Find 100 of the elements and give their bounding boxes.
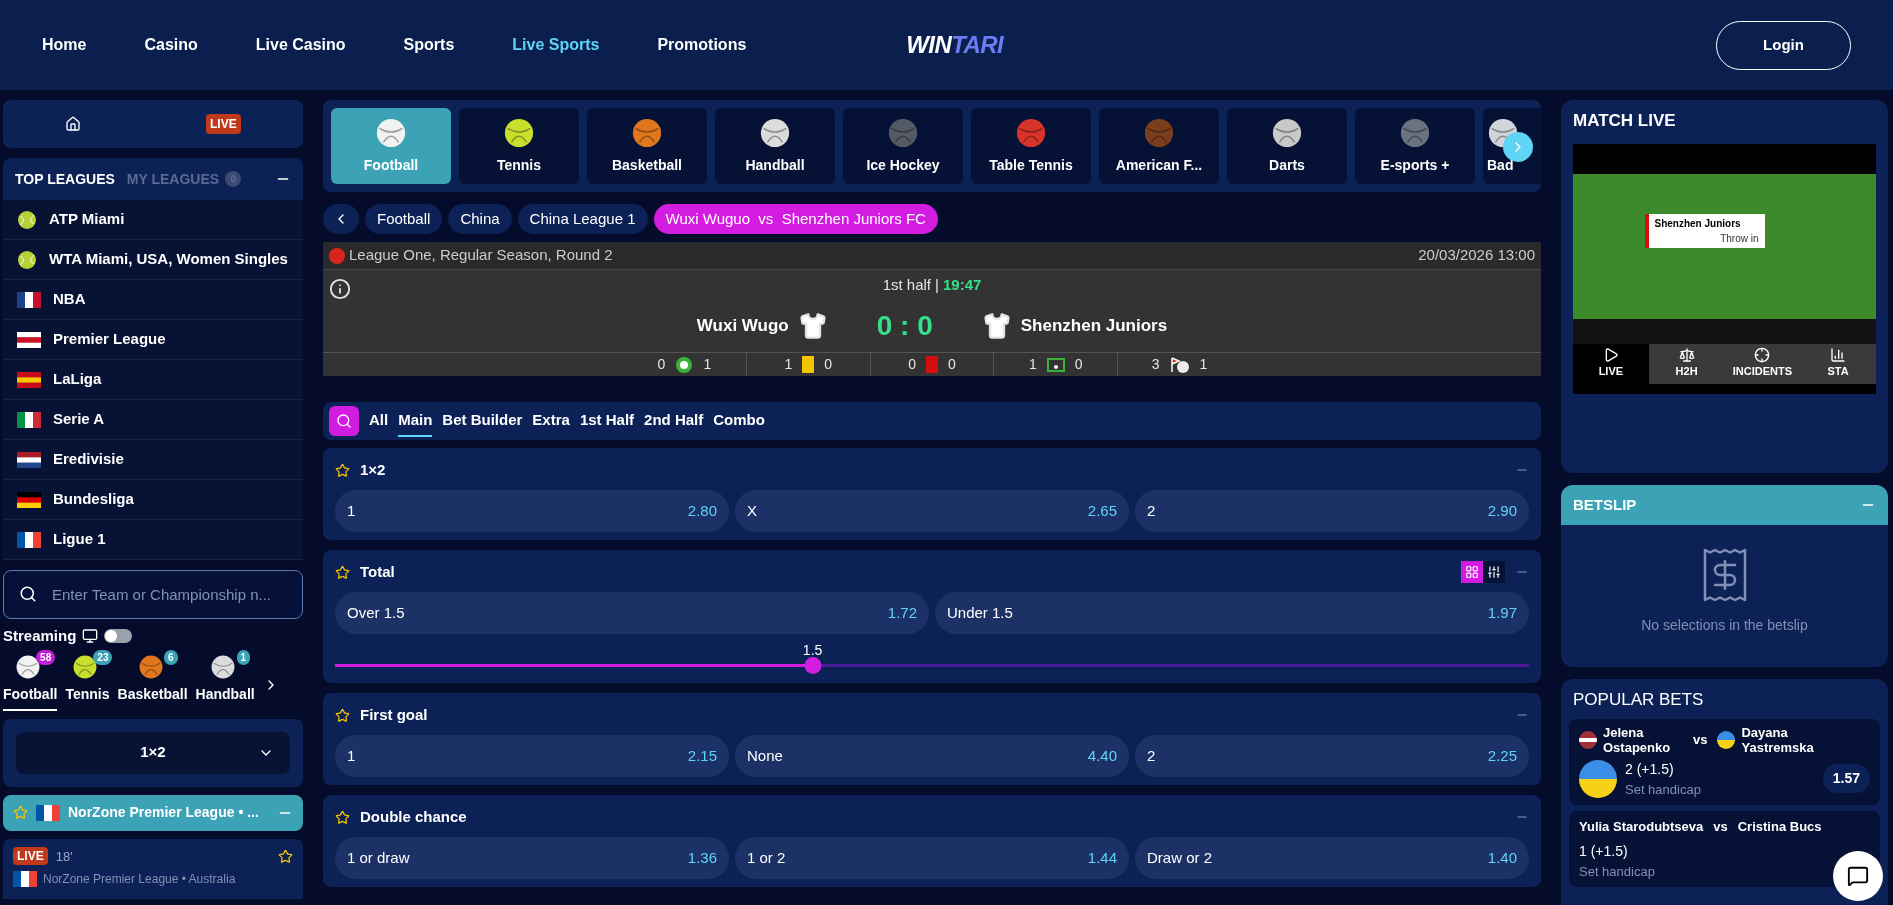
popular-bet-card[interactable]: Yulia Starodubtseva vs Cristina Bucs 1 (+1.5) Set handicap [1569,811,1880,887]
player-name: Yulia Starodubtseva [1579,818,1704,836]
china-flag-icon [329,247,345,264]
league-tab[interactable]: TOP LEAGUES [15,168,115,190]
league-item[interactable]: Premier League [3,320,303,360]
flag-icon [17,411,41,428]
stat-value: 0 [948,355,956,374]
tracker-tab[interactable]: LIVE [1573,343,1649,384]
odds-button[interactable]: 1 2.80 [335,490,729,532]
league-item[interactable]: NBA [3,280,303,320]
market-tab[interactable]: Combo [713,404,765,438]
odds-button[interactable]: 1 or 2 1.44 [735,837,1129,879]
back-button[interactable] [323,204,359,234]
odds-button[interactable]: 2 2.25 [1135,735,1529,777]
popular-bet-card[interactable]: Jelena Ostapenko vs Dayana Yastremska 2 (+1.5) Set handicap 1.57 [1569,718,1880,805]
search-button[interactable] [329,406,359,436]
sport-tile[interactable]: Darts [1227,108,1347,184]
sport-tile[interactable]: Table Tennis [971,108,1091,184]
star-icon[interactable] [335,462,350,478]
sport-tab[interactable]: 58 Football [3,653,58,711]
odds-button[interactable]: None 4.40 [735,735,1129,777]
flag-icon [1579,730,1597,749]
breadcrumb[interactable]: China League 1 [517,204,648,234]
empty-betslip-text: No selections in the betslip [1641,616,1808,635]
search-icon [336,413,352,429]
sport-tile[interactable]: Ice Hockey [843,108,963,184]
breadcrumb[interactable]: Football [365,204,443,234]
star-icon[interactable] [335,564,350,580]
league-item[interactable]: LaLiga [3,360,303,400]
slider-view-icon[interactable] [1483,561,1505,583]
market-tab[interactable]: 2nd Half [644,404,704,438]
sport-tile[interactable]: American F... [1099,108,1219,184]
league-item[interactable]: Eredivisie [3,440,303,480]
info-icon[interactable] [329,278,351,300]
odds-button[interactable]: 1 or draw 1.36 [335,837,729,879]
bet-market: Set handicap [1625,780,1701,799]
market-title: Total [360,561,395,582]
market-select[interactable]: 1×2 [16,731,290,774]
league-item[interactable]: ATP Miami [3,200,303,240]
stat-value: 0 [1074,355,1083,374]
nav-link[interactable]: Casino [144,33,198,57]
sport-ball-icon [72,653,99,680]
league-item[interactable]: WTA Miami, USA, Women Singles [3,240,303,280]
live-match-card[interactable]: LIVE 18' NorZone Premier League • Australia [3,838,303,899]
star-icon[interactable] [335,809,350,825]
sport-tile[interactable]: E-sports + [1355,108,1475,184]
sport-ball-icon [887,116,919,149]
current-match-chip[interactable]: Wuxi Wuguo vs Shenzhen Juniors FC [653,204,938,234]
sport-tile[interactable]: Tennis [459,108,579,184]
sport-tile[interactable]: Basketball [587,108,707,184]
market-tab[interactable]: Bet Builder [442,404,523,438]
odds-button[interactable]: 2 2.90 [1135,490,1529,532]
streaming-toggle[interactable] [104,629,133,644]
versus-label: vs [1713,818,1728,836]
home-icon[interactable] [65,116,82,132]
nav-link[interactable]: Live Casino [255,33,346,57]
market-tab[interactable]: 1st Half [579,404,635,438]
odds-button[interactable]: 1 2.15 [335,735,729,777]
sport-ball-icon [210,653,237,680]
nav-link[interactable]: Promotions [657,33,747,57]
market-title: First goal [360,704,428,725]
monitor-icon [82,628,99,645]
live-badge[interactable]: LIVE [206,114,241,134]
odds-button[interactable]: Over 1.5 1.72 [335,592,929,634]
sport-tile[interactable]: Handball [715,108,835,184]
versus-label: vs [1693,730,1708,749]
sport-ball-icon [375,116,407,149]
breadcrumb[interactable]: China [448,204,512,234]
slider-thumb[interactable] [804,657,822,674]
away-team: Shenzhen Juniors [1020,314,1168,337]
sport-tab[interactable]: 23 Tennis [65,653,110,711]
nav-link[interactable]: Sports [403,33,455,57]
sport-tab[interactable]: 1 Handball [195,653,255,711]
odds-badge[interactable]: 1.57 [1822,764,1870,794]
league-item[interactable]: Ligue 1 [3,520,303,560]
nav-link[interactable]: Home [42,33,87,57]
league-item[interactable]: Bundesliga [3,480,303,520]
tennis-ball-icon [17,209,37,230]
league-item[interactable]: Serie A [3,400,303,440]
sport-tab[interactable]: 6 Basketball [117,653,188,711]
sport-ball-icon [1015,116,1047,149]
nav-link[interactable]: Live Sports [512,33,600,57]
streaming-label: Streaming [3,626,77,646]
logo[interactable]: WINTARI [906,27,1003,63]
search-field[interactable]: Enter Team or Championship n... [3,570,303,619]
odds-button[interactable]: Draw or 2 1.40 [1135,837,1529,879]
tracker-tab[interactable]: INCIDENTS [1724,343,1801,384]
star-icon[interactable] [278,848,293,864]
odds-button[interactable]: Under 1.5 1.97 [935,592,1529,634]
market-tab[interactable]: Extra [532,404,570,438]
stat-value: 1 [784,355,793,374]
tracker-tab[interactable]: STA [1800,343,1876,384]
player-name: Dayana Yastremska [1741,724,1815,755]
star-icon[interactable] [335,707,350,723]
market-tab[interactable]: Main [398,404,433,438]
market-tab[interactable]: All [369,404,389,438]
odds-button[interactable]: X 2.65 [735,490,1129,532]
tracker-tab[interactable]: H2H [1648,343,1725,384]
star-icon[interactable] [13,805,28,820]
player-name: Cristina Bucs [1737,818,1822,836]
